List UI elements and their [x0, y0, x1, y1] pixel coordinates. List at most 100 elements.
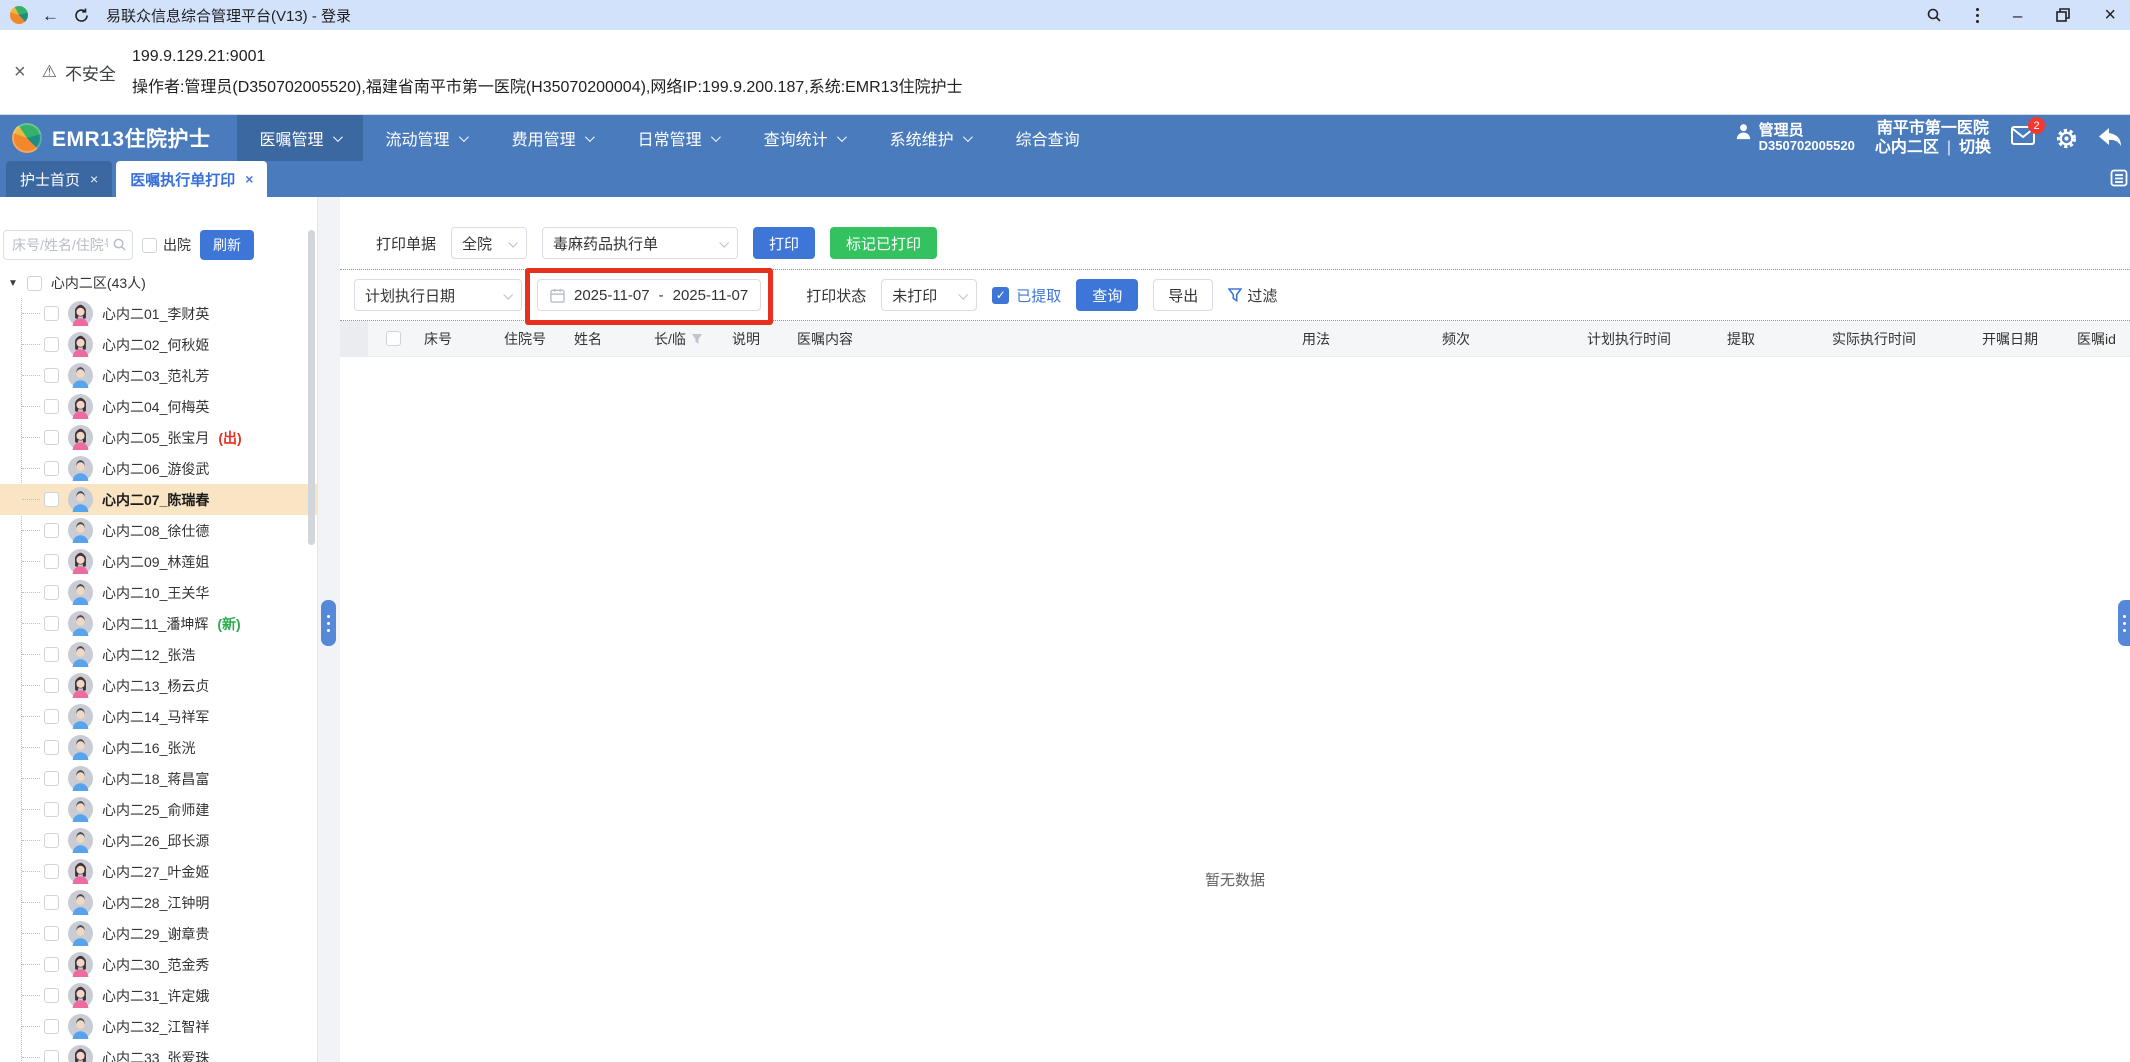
menu-item-2[interactable]: 费用管理: [489, 115, 615, 161]
ward-checkbox[interactable]: [26, 275, 42, 291]
patient-row[interactable]: 心内二29_谢章贵: [0, 918, 317, 949]
menu-item-4[interactable]: 查询统计: [741, 115, 867, 161]
patient-checkbox[interactable]: [44, 678, 59, 693]
patient-row[interactable]: 心内二05_张宝月 (出): [0, 422, 317, 453]
patient-row[interactable]: 心内二27_叶金姬: [0, 856, 317, 887]
panel-splitter[interactable]: [318, 197, 340, 1062]
minimize-icon[interactable]: –: [2013, 7, 2022, 24]
patient-row[interactable]: 心内二16_张洸: [0, 732, 317, 763]
switch-ward-button[interactable]: 切换: [1959, 138, 1991, 157]
patient-checkbox[interactable]: [44, 492, 59, 507]
print-button[interactable]: 打印: [753, 227, 816, 259]
search-icon[interactable]: [112, 237, 127, 252]
patient-checkbox[interactable]: [44, 368, 59, 383]
patient-checkbox[interactable]: [44, 988, 59, 1003]
refresh-icon[interactable]: [73, 7, 90, 24]
close-window-icon[interactable]: ×: [2104, 5, 2116, 25]
patient-checkbox[interactable]: [44, 616, 59, 631]
patient-checkbox[interactable]: [44, 554, 59, 569]
url-text[interactable]: 199.9.129.21:9001: [132, 48, 963, 66]
patient-row[interactable]: 心内二08_徐仕德: [0, 515, 317, 546]
patient-checkbox[interactable]: [44, 709, 59, 724]
current-user[interactable]: 管理员 D350702005520: [1734, 122, 1855, 154]
patient-row[interactable]: 心内二30_范金秀: [0, 949, 317, 980]
collapse-handle[interactable]: [321, 600, 336, 646]
patient-checkbox[interactable]: [44, 926, 59, 941]
patient-row[interactable]: 心内二03_范礼芳: [0, 360, 317, 391]
messages-button[interactable]: 2: [2011, 117, 2045, 150]
patient-row[interactable]: 心内二32_江智祥: [0, 1011, 317, 1042]
mark-printed-button[interactable]: 标记已打印: [830, 227, 938, 259]
tab-close-icon[interactable]: ×: [90, 171, 98, 187]
patient-row[interactable]: 心内二25_俞师建: [0, 794, 317, 825]
patient-checkbox[interactable]: [44, 957, 59, 972]
extracted-checkbox[interactable]: ✓: [992, 286, 1010, 304]
print-status-select[interactable]: 未打印: [881, 279, 978, 311]
patient-row[interactable]: 心内二07_陈瑞春: [0, 484, 317, 515]
refresh-button[interactable]: 刷新: [200, 230, 254, 260]
patient-checkbox[interactable]: [44, 306, 59, 321]
filter-button[interactable]: 过滤: [1228, 285, 1277, 306]
patient-checkbox[interactable]: [44, 399, 59, 414]
menu-item-5[interactable]: 系统维护: [867, 115, 993, 161]
patient-row[interactable]: 心内二12_张浩: [0, 639, 317, 670]
patient-checkbox[interactable]: [44, 740, 59, 755]
extracted-checkbox-group[interactable]: ✓ 已提取: [992, 285, 1061, 306]
tab-close-icon[interactable]: ×: [245, 171, 253, 187]
patient-checkbox[interactable]: [44, 1050, 59, 1062]
patient-checkbox[interactable]: [44, 802, 59, 817]
query-button[interactable]: 查询: [1076, 279, 1139, 311]
collapse-arrow-icon[interactable]: ▼: [8, 278, 18, 289]
patient-row[interactable]: 心内二02_何秋姬: [0, 329, 317, 360]
patient-checkbox[interactable]: [44, 771, 59, 786]
close-icon[interactable]: ×: [14, 61, 26, 84]
menu-item-0[interactable]: 医嘱管理: [236, 115, 363, 161]
export-button[interactable]: 导出: [1153, 279, 1214, 311]
settings-gear-icon[interactable]: [2055, 127, 2078, 150]
discharge-checkbox[interactable]: [142, 237, 157, 253]
patient-checkbox[interactable]: [44, 1019, 59, 1034]
restore-icon[interactable]: [2056, 8, 2071, 22]
back-icon[interactable]: ←: [42, 7, 59, 24]
date-from[interactable]: 2025-11-07: [574, 287, 650, 304]
column-filter-icon[interactable]: [691, 333, 703, 345]
date-range-input[interactable]: 2025-11-07 - 2025-11-07: [537, 279, 762, 311]
patient-row[interactable]: 心内二33_张爱珠: [0, 1042, 317, 1062]
patient-checkbox[interactable]: [44, 523, 59, 538]
patient-checkbox[interactable]: [44, 895, 59, 910]
patient-row[interactable]: 心内二26_邱长源: [0, 825, 317, 856]
select-all-checkbox[interactable]: [385, 331, 401, 346]
menu-item-1[interactable]: 流动管理: [363, 115, 489, 161]
tab-order-exec-print[interactable]: 医嘱执行单打印 ×: [116, 161, 268, 197]
patient-checkbox[interactable]: [44, 430, 59, 445]
patient-row[interactable]: 心内二18_蒋昌富: [0, 763, 317, 794]
ward-root-node[interactable]: ▼ 心内二区(43人): [0, 268, 317, 298]
patient-row[interactable]: 心内二13_杨云贞: [0, 670, 317, 701]
plan-date-type-select[interactable]: 计划执行日期: [354, 279, 522, 311]
patient-checkbox[interactable]: [44, 647, 59, 662]
scope-select[interactable]: 全院: [451, 227, 528, 259]
patient-checkbox[interactable]: [44, 461, 59, 476]
patient-row[interactable]: 心内二28_江钟明: [0, 887, 317, 918]
patient-checkbox[interactable]: [44, 833, 59, 848]
patient-row[interactable]: 心内二11_潘坤辉 (新): [0, 608, 317, 639]
patient-row[interactable]: 心内二10_王关华: [0, 577, 317, 608]
patient-row[interactable]: 心内二09_林莲姐: [0, 546, 317, 577]
exit-back-icon[interactable]: [2098, 127, 2122, 149]
patient-row[interactable]: 心内二14_马祥军: [0, 701, 317, 732]
patient-checkbox[interactable]: [44, 585, 59, 600]
patient-row[interactable]: 心内二04_何梅英: [0, 391, 317, 422]
patient-row[interactable]: 心内二01_李财英: [0, 298, 317, 329]
zoom-search-icon[interactable]: [1926, 7, 1942, 23]
doc-type-select[interactable]: 毒麻药品执行单: [542, 227, 739, 259]
menu-item-3[interactable]: 日常管理: [615, 115, 741, 161]
menu-item-6[interactable]: 综合查询: [993, 115, 1103, 161]
right-collapse-handle[interactable]: [2118, 600, 2130, 646]
browser-menu-icon[interactable]: [1975, 13, 1979, 17]
patient-checkbox[interactable]: [44, 337, 59, 352]
tab-nurse-home[interactable]: 护士首页 ×: [6, 161, 113, 197]
date-to[interactable]: 2025-11-07: [673, 287, 749, 304]
patient-row[interactable]: 心内二06_游俊武: [0, 453, 317, 484]
patient-row[interactable]: 心内二31_许定娥: [0, 980, 317, 1011]
security-warning[interactable]: ⚠ 不安全: [42, 60, 116, 85]
